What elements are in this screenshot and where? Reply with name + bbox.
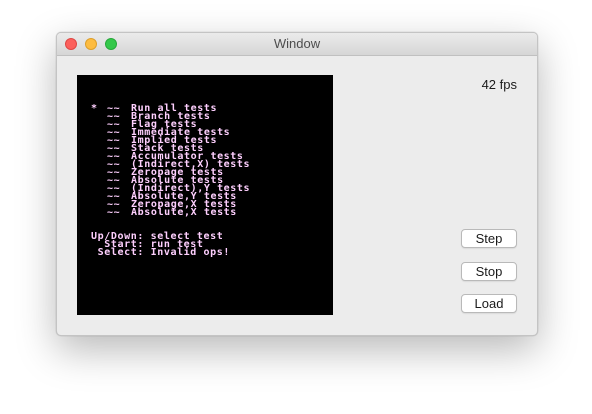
load-button[interactable]: Load: [461, 294, 517, 313]
help-text: Up/Down: select test Start: run test Sel…: [91, 232, 231, 258]
stop-button[interactable]: Stop: [461, 262, 517, 281]
fps-counter: 42 fps: [481, 77, 517, 92]
emulator-screen[interactable]: * ~~ Run all tests ~~ Branch tests ~~ Flag t…: [77, 75, 333, 315]
menu-marker: ~~: [107, 207, 121, 218]
test-menu-item: ~~ Absolute,X tests: [91, 207, 250, 218]
selection-cursor: *: [91, 103, 98, 114]
step-button[interactable]: Step: [461, 229, 517, 248]
app-window: Window * ~~ Run all tests ~~ Branch tests ~…: [56, 32, 538, 336]
title-bar[interactable]: Window: [57, 33, 537, 56]
test-label: Absolute,X tests: [131, 207, 237, 218]
test-menu: * ~~ Run all tests ~~ Branch tests ~~ Flag t…: [91, 103, 250, 218]
window-title: Window: [273, 36, 321, 51]
help-line: Select: Invalid ops!: [91, 247, 231, 258]
